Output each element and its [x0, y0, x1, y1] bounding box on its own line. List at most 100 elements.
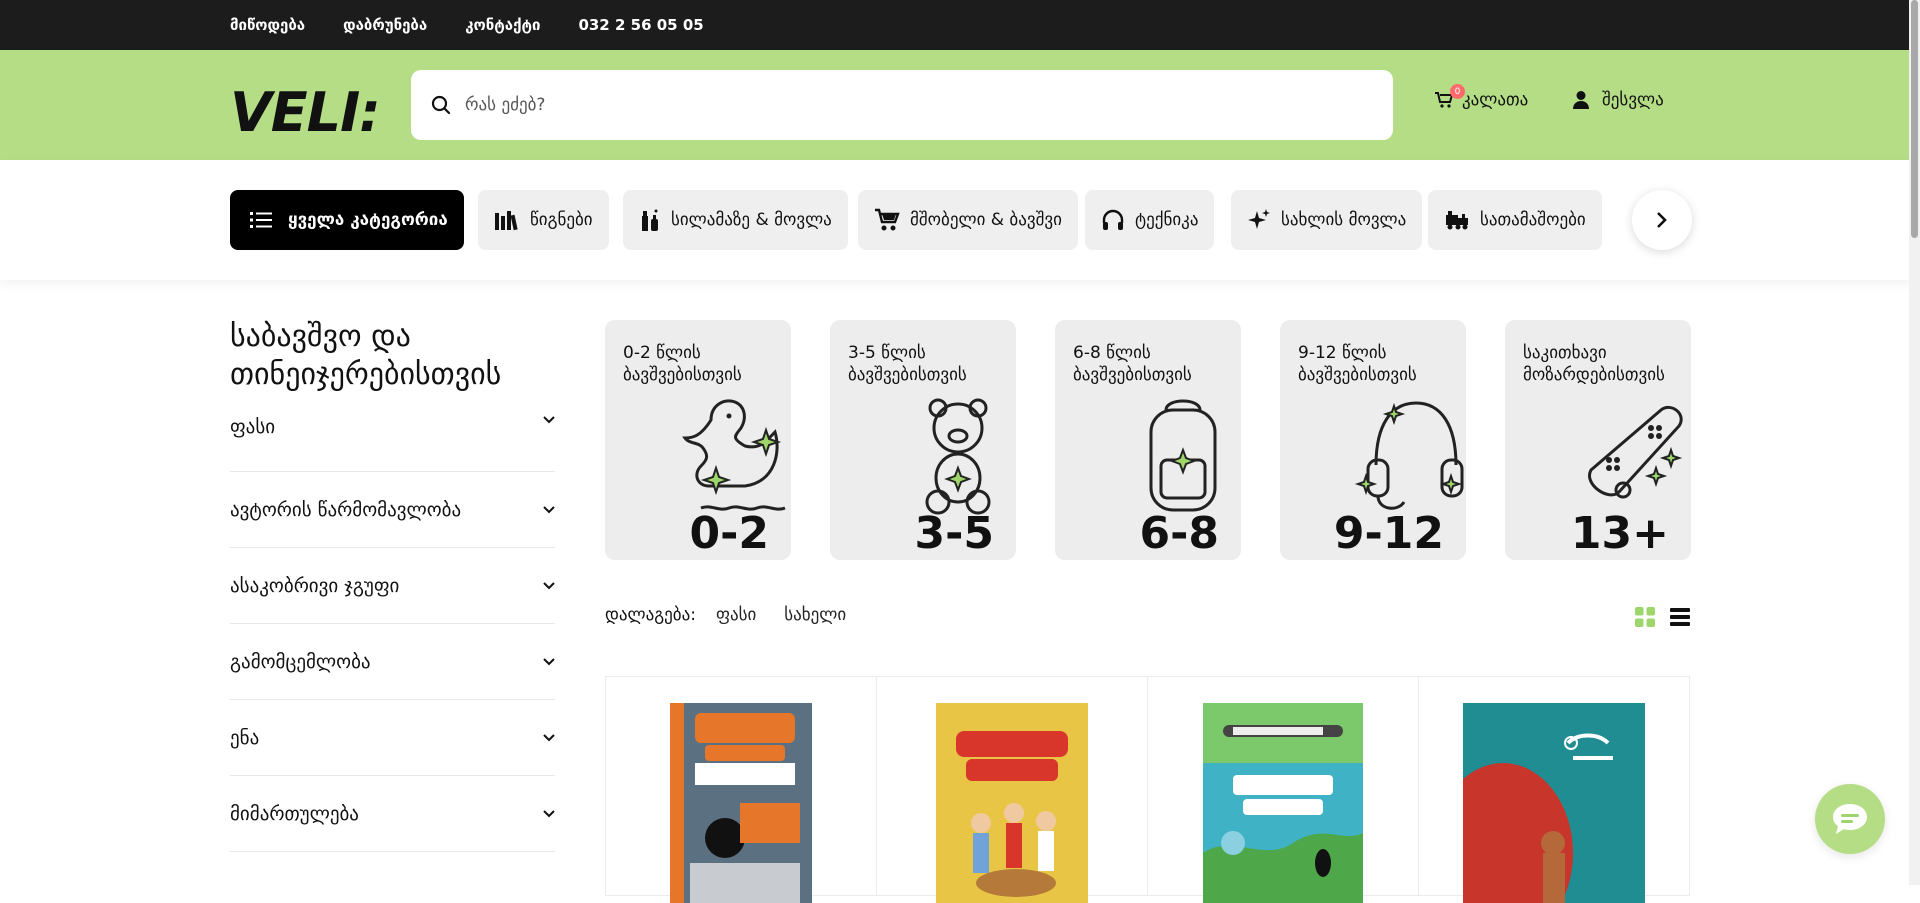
age-card-range: 0-2 [689, 508, 770, 559]
age-card-label: 6-8 წლის ბავშვებისთვის [1073, 343, 1192, 385]
sort-label: დალაგება: [605, 605, 696, 625]
page-scrollbar[interactable] [1909, 0, 1920, 885]
filter-author-origin[interactable]: ავტორის წარმომავლობა [230, 472, 555, 548]
filter-age-group[interactable]: ასაკობრივი ჯგუფი [230, 548, 555, 624]
cart-button[interactable]: 0 კალათა [1434, 84, 1529, 110]
category-label: სახლის მოვლა [1281, 210, 1407, 230]
book-cover-image [670, 703, 812, 903]
product-card[interactable] [1419, 677, 1689, 903]
list-icon [250, 212, 272, 228]
product-card[interactable] [1148, 677, 1419, 903]
category-label: სილამაზე & მოვლა [671, 210, 832, 230]
teddy-bear-icon [925, 398, 991, 515]
category-home-care[interactable]: სახლის მოვლა [1231, 190, 1423, 250]
filter-label: მიმართულება [230, 802, 359, 825]
all-categories-button[interactable]: ყველა კატეგორია [230, 190, 464, 250]
age-card-3-5[interactable]: 3-5 წლის ბავშვებისთვის 3-5 [830, 320, 1016, 560]
login-label: შესვლა [1602, 90, 1664, 110]
book-cover[interactable] [1203, 703, 1363, 903]
filter-label: გამომცემლობა [230, 650, 371, 673]
search-input[interactable] [465, 95, 1365, 115]
headphones-icon [1102, 209, 1124, 230]
login-button[interactable]: შესვლა [1572, 90, 1664, 110]
category-toys[interactable]: სათამაშოები [1428, 190, 1602, 250]
cosmetics-icon [642, 209, 658, 231]
age-card-13-plus[interactable]: საკითხავი მოზარდებისთვის 13+ [1505, 320, 1691, 560]
chevron-down-icon [543, 505, 555, 513]
category-books[interactable]: წიგნები [478, 190, 609, 250]
search-box[interactable] [411, 70, 1393, 140]
category-label: სათამაშოები [1480, 210, 1586, 230]
category-label: ტექნიკა [1135, 210, 1199, 230]
filter-price[interactable]: ფასი [230, 416, 555, 472]
filter-label: ენა [230, 726, 260, 749]
scrollbar-thumb[interactable] [1911, 0, 1918, 238]
book-cover-image [1203, 703, 1363, 903]
book-cover[interactable] [1463, 703, 1645, 903]
topbar-link-delivery[interactable]: მიწოდება [230, 16, 305, 34]
topbar-phone[interactable]: 032 2 56 05 05 [578, 16, 703, 34]
topbar-link-contact[interactable]: კონტაქტი [465, 16, 540, 34]
filter-label: ავტორის წარმომავლობა [230, 498, 462, 521]
all-categories-label: ყველა კატეგორია [288, 210, 448, 230]
chevron-down-icon [543, 657, 555, 665]
sort-option-name[interactable]: სახელი [784, 605, 846, 625]
filter-direction[interactable]: მიმართულება [230, 776, 555, 852]
category-bar: ყველა კატეგორია წიგნები სილამაზე & მოვლა… [0, 160, 1920, 280]
chat-icon [1833, 804, 1867, 834]
age-card-range: 13+ [1570, 508, 1669, 559]
skateboard-icon [1588, 405, 1683, 499]
page-title: საბავშვო და თინეიჯერებისთვის [230, 319, 502, 392]
chat-button[interactable] [1815, 784, 1885, 854]
category-label: წიგნები [530, 210, 593, 230]
list-view-button[interactable] [1670, 607, 1690, 631]
age-card-range: 9-12 [1333, 508, 1444, 559]
category-beauty[interactable]: სილამაზე & მოვლა [623, 190, 848, 250]
product-grid [605, 676, 1690, 903]
age-card-label: 9-12 წლის ბავშვებისთვის [1298, 343, 1417, 385]
grid-view-button[interactable] [1635, 607, 1655, 631]
chevron-down-icon [543, 581, 555, 589]
age-card-9-12[interactable]: 9-12 წლის ბავშვებისთვის 9-12 [1280, 320, 1466, 560]
age-card-6-8[interactable]: 6-8 წლის ბავშვებისთვის 6-8 [1055, 320, 1241, 560]
filter-language[interactable]: ენა [230, 700, 555, 776]
age-card-range: 3-5 [914, 508, 995, 559]
user-icon [1573, 91, 1589, 109]
book-cover[interactable] [936, 703, 1088, 903]
duck-icon [682, 399, 786, 511]
filter-publisher[interactable]: გამომცემლობა [230, 624, 555, 700]
search-icon [431, 95, 451, 115]
stroller-icon [875, 208, 900, 231]
chevron-down-icon [543, 416, 555, 424]
product-card[interactable] [877, 677, 1148, 903]
cart-count-badge: 0 [1450, 84, 1465, 99]
age-card-0-2[interactable]: 0-2 წლის ბავშვებისთვის 0-2 [605, 320, 791, 560]
age-card-label: საკითხავი მოზარდებისთვის [1523, 343, 1665, 385]
age-card-label: 3-5 წლის ბავშვებისთვის [848, 343, 967, 385]
chevron-right-icon [1657, 212, 1667, 228]
chevron-down-icon [543, 809, 555, 817]
category-label: მშობელი & ბავშვი [910, 210, 1062, 230]
product-card[interactable] [606, 677, 877, 903]
age-card-range: 6-8 [1139, 508, 1220, 559]
filter-label: ასაკობრივი ჯგუფი [230, 574, 400, 597]
topbar-link-returns[interactable]: დაბრუნება [343, 16, 427, 34]
category-tech[interactable]: ტექნიკა [1085, 190, 1215, 250]
book-cover[interactable] [670, 703, 812, 903]
sort-option-price[interactable]: ფასი [716, 605, 756, 625]
category-parent-child[interactable]: მშობელი & ბავშვი [858, 190, 1078, 250]
headphones-icon [1354, 401, 1464, 510]
book-cover-image [936, 703, 1088, 903]
top-bar: მიწოდება დაბრუნება კონტაქტი 032 2 56 05 … [0, 0, 1920, 50]
filter-sidebar: საბავშვო და თინეიჯერებისთვის ფასი ავტორი… [230, 318, 555, 852]
grid-icon [1635, 607, 1655, 627]
logo[interactable]: VELI: [230, 83, 381, 143]
age-card-label: 0-2 წლის ბავშვებისთვის [623, 343, 742, 385]
header: VELI: 0 კალათა შესვლა [0, 50, 1920, 160]
sparkle-icon [1248, 209, 1270, 229]
chevron-down-icon [543, 733, 555, 741]
books-icon [495, 211, 518, 231]
cart-label: კალათა [1462, 90, 1529, 110]
category-next-button[interactable] [1632, 190, 1692, 250]
toy-train-icon [1446, 211, 1468, 230]
